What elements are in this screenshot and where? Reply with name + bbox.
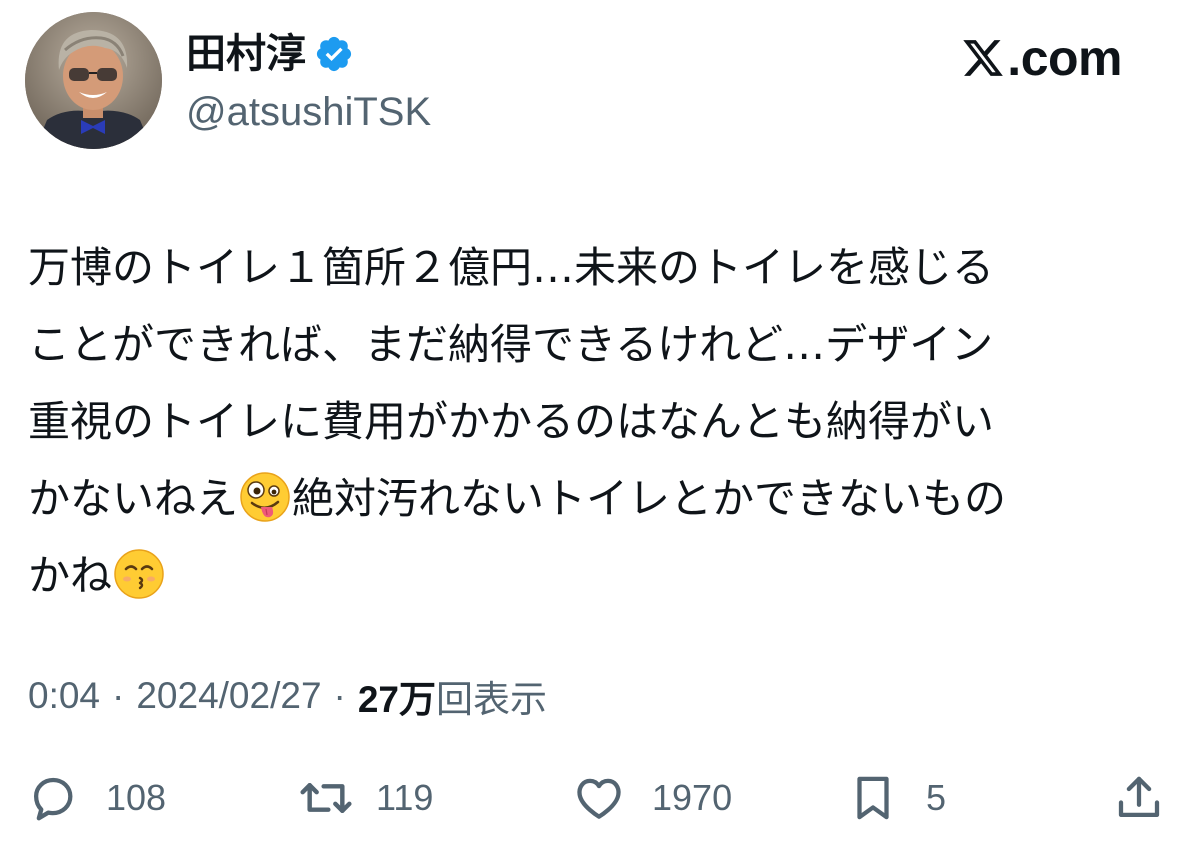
- heart-icon: [572, 771, 626, 825]
- views-label: 回表示: [436, 679, 548, 720]
- x-logo-icon: [961, 36, 1005, 80]
- retweet-icon: [298, 770, 354, 826]
- reply-count: 108: [106, 777, 167, 818]
- reply-button[interactable]: 108: [26, 770, 166, 826]
- tweet-line: かね: [28, 537, 1173, 614]
- xcom-logo-text: .com: [1007, 30, 1122, 86]
- meta-separator: ·: [112, 675, 125, 716]
- views-count: 27万: [357, 679, 437, 720]
- retweet-button[interactable]: 119: [298, 770, 433, 826]
- kissing-face-icon: [113, 547, 165, 599]
- tweet-line: ことができれば、まだ納得できるけれど…デザイン: [28, 320, 994, 369]
- tweet-date[interactable]: 2024/02/27: [136, 675, 321, 717]
- bookmark-icon: [846, 771, 900, 825]
- tweet-line: かないねえ 絶対汚れないトイレとかできないもの: [28, 460, 1173, 537]
- tweet-text-fragment: 絶対汚れないトイレとかできないもの: [292, 474, 1007, 523]
- avatar[interactable]: [25, 12, 162, 149]
- tweet-text-fragment: かないねえ: [28, 474, 239, 523]
- tweet-time[interactable]: 0:04: [28, 675, 100, 717]
- zany-face-icon: [239, 470, 291, 522]
- like-count: 1970: [652, 777, 733, 818]
- bookmark-count: 5: [926, 777, 947, 818]
- xcom-logo: .com: [961, 28, 1122, 88]
- share-icon: [1112, 771, 1166, 825]
- user-handle[interactable]: @atsushiTSK: [186, 88, 431, 136]
- tweet-text-fragment: かね: [28, 551, 113, 600]
- meta-separator: ·: [333, 675, 346, 716]
- share-button[interactable]: [1112, 770, 1166, 826]
- tweet-meta: 0:04 · 2024/02/27 · 27万 回表示: [28, 668, 547, 724]
- display-name[interactable]: 田村淳: [186, 34, 306, 74]
- tweet-line: 万博のトイレ１箇所２億円…未来のトイレを感じる: [28, 243, 995, 292]
- verified-badge-icon: [314, 34, 354, 74]
- bookmark-button[interactable]: 5: [846, 770, 946, 826]
- display-name-row[interactable]: 田村淳: [186, 26, 354, 82]
- reply-icon: [26, 771, 80, 825]
- tweet-actions: 108 119 1970 5: [0, 770, 1200, 826]
- retweet-count: 119: [376, 777, 434, 818]
- tweet-text: 万博のトイレ１箇所２億円…未来のトイレを感じる ことができれば、まだ納得できるけ…: [28, 229, 1173, 614]
- like-button[interactable]: 1970: [572, 770, 732, 826]
- tweet-line: 重視のトイレに費用がかかるのはなんとも納得がい: [28, 397, 995, 446]
